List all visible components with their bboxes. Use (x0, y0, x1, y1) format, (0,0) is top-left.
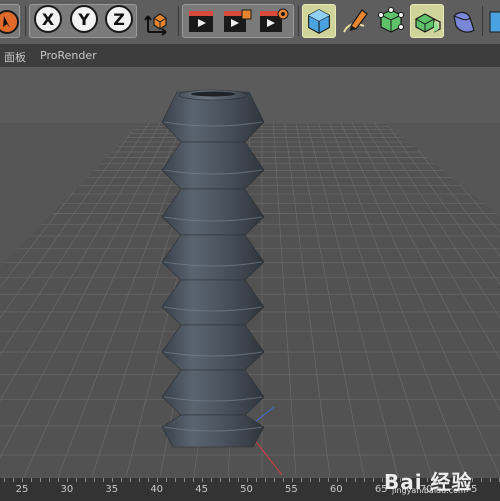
timeline-tick (184, 478, 185, 482)
timeline-tick (346, 478, 347, 482)
render-settings-button[interactable] (256, 4, 290, 38)
timeline-tick (121, 478, 122, 482)
timeline-tick (67, 478, 68, 482)
timeline-tick (148, 478, 149, 482)
x-axis-label: X (41, 9, 55, 29)
watermark-url: jingyan.baidu.com (392, 486, 466, 495)
timeline-tick (40, 478, 41, 482)
perspective-viewport[interactable] (0, 67, 500, 478)
timeline-tick (4, 478, 5, 482)
timeline-frame-label: 25 (15, 484, 29, 495)
timeline-tick (301, 478, 302, 482)
z-axis-lock-button[interactable]: Z (105, 5, 133, 33)
timeline-tick (76, 478, 77, 482)
pen-icon (343, 9, 368, 33)
main-toolbar: X Y Z (0, 0, 500, 45)
timeline-frame-label: 55 (285, 484, 298, 495)
y-axis-lock-button[interactable]: Y (70, 5, 98, 33)
timeline-tick (220, 478, 221, 482)
timeline-frame-label: 60 (329, 484, 343, 495)
menu-prorender[interactable]: ProRender (40, 49, 97, 62)
menu-panel[interactable]: 面板 (4, 49, 26, 65)
pen-tool-button[interactable] (338, 4, 372, 38)
render-view-icon (189, 11, 213, 32)
timeline-tick (310, 478, 311, 482)
subdivision-surface-icon (378, 7, 404, 33)
timeline-tick (256, 478, 257, 482)
timeline-tick (283, 478, 284, 482)
cube-icon (308, 9, 330, 34)
timeline-tick (103, 478, 104, 482)
column-top-opening (191, 91, 235, 97)
timeline-tick (22, 478, 23, 482)
timeline-tick (238, 478, 239, 482)
timeline-tick (355, 478, 356, 482)
timeline-tick (175, 478, 176, 482)
column-rib-segment (161, 234, 265, 281)
column-rib-segment (161, 188, 265, 236)
timeline-tick (364, 478, 365, 482)
overflow-tool-button[interactable] (486, 4, 500, 38)
timeline-frame-label: 30 (60, 484, 74, 495)
timeline-tick (49, 478, 50, 482)
array-button[interactable] (410, 4, 444, 38)
deformer-icon (453, 11, 475, 33)
timeline-tick (130, 478, 131, 482)
timeline-tick (229, 478, 230, 482)
timeline-frame-label: 35 (105, 484, 119, 495)
cube-primitive-button[interactable] (302, 4, 336, 38)
scene-canvas (0, 67, 500, 478)
timeline-tick (193, 478, 194, 482)
viewport-menubar: 面板 ProRender (0, 45, 500, 68)
render-settings-icon (260, 8, 289, 32)
x-axis-lock-button[interactable]: X (34, 5, 62, 33)
timeline-tick (373, 478, 374, 482)
timeline-tick (274, 478, 275, 482)
timeline-frame-label: 45 (195, 484, 208, 495)
timeline-tick (94, 478, 95, 482)
timeline-tick (382, 478, 383, 482)
column-rib-segment (161, 369, 265, 416)
timeline-tick (139, 478, 140, 482)
baidu-jingyan-watermark: Bai 经验 jingyan.baidu.com (384, 462, 496, 496)
timeline-tick (319, 478, 320, 482)
timeline-tick (31, 478, 32, 482)
array-icon (415, 13, 441, 33)
timeline-tick (166, 478, 167, 482)
timeline-frame-label: 50 (240, 484, 253, 495)
column-rib-segment (161, 324, 265, 371)
timeline-tick (337, 478, 338, 482)
timeline-tick (85, 478, 86, 482)
timeline-frame-label: 40 (150, 484, 164, 495)
render-to-picture-viewer-button[interactable] (220, 4, 254, 38)
render-view-button[interactable] (184, 4, 218, 38)
timeline-tick (202, 478, 203, 482)
timeline-tick (292, 478, 293, 482)
coordinate-system-icon (144, 13, 167, 36)
move-icon (0, 10, 19, 34)
timeline-tick (157, 478, 158, 482)
z-axis-label: Z (113, 9, 125, 29)
move-tool-button[interactable] (0, 4, 20, 38)
column-rib-segment (161, 279, 265, 326)
timeline-tick (112, 478, 113, 482)
column-rib-segment (161, 141, 265, 190)
y-axis-label: Y (78, 9, 90, 29)
timeline-tick (58, 478, 59, 482)
timeline-tick (13, 478, 14, 482)
timeline-tick (247, 478, 248, 482)
subdivision-surface-button[interactable] (374, 4, 408, 38)
coordinate-system-button[interactable] (140, 4, 174, 38)
timeline-tick (211, 478, 212, 482)
timeline-tick (265, 478, 266, 482)
render-to-picture-viewer-icon (224, 9, 252, 32)
deformer-button[interactable] (446, 4, 480, 38)
more-tools-icon (489, 11, 500, 33)
timeline-tick (328, 478, 329, 482)
